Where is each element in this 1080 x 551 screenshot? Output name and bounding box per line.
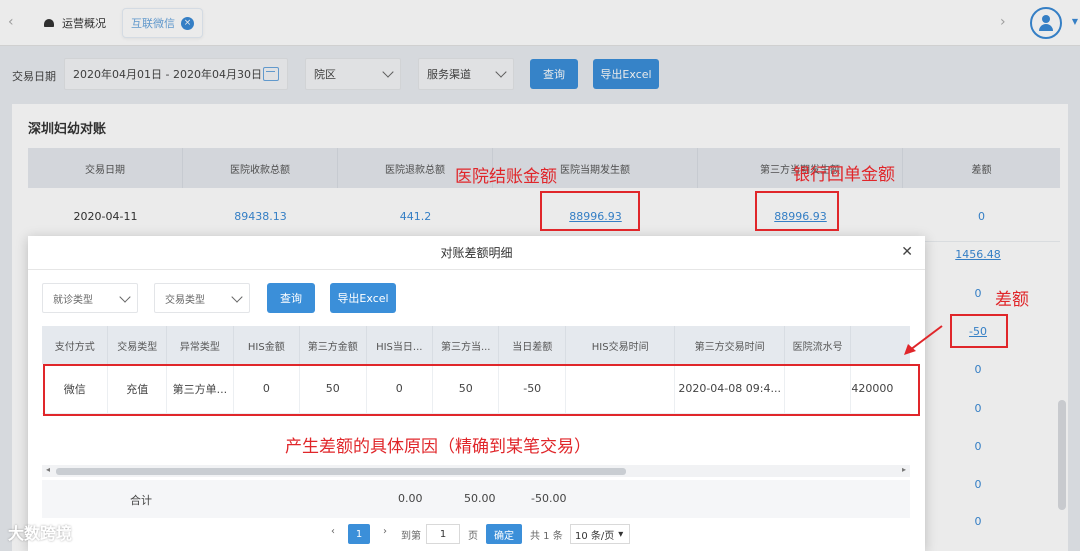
tab-overview[interactable]: 运营概况: [44, 8, 106, 38]
page-input[interactable]: 1: [426, 524, 460, 544]
col-header: 异常类型: [167, 326, 234, 364]
chevron-down-icon: [119, 291, 131, 303]
modal-export-button[interactable]: 导出Excel: [330, 283, 396, 313]
date-range-input[interactable]: 2020年04月01日 - 2020年04月30日: [64, 58, 288, 90]
page-confirm-button[interactable]: 确定: [486, 524, 522, 544]
diff-value[interactable]: 0: [950, 402, 1006, 415]
col-header: 第三方当...: [433, 326, 500, 364]
trade-type-label: 交易类型: [165, 294, 205, 306]
col-header: 医院收款总额: [183, 148, 338, 188]
cell-date: 2020-04-11: [73, 210, 138, 223]
user-icon: [1039, 15, 1053, 31]
modal-query-button[interactable]: 查询: [267, 283, 315, 313]
watermark-logo: 大数跨境: [8, 524, 73, 543]
panel-title: 深圳妇幼对账: [28, 122, 107, 137]
prev-page-icon[interactable]: ‹: [331, 526, 335, 537]
scroll-left-icon[interactable]: ◂: [46, 465, 50, 474]
query-button[interactable]: 查询: [530, 59, 578, 89]
page-number-current[interactable]: 1: [348, 524, 370, 544]
modal-header: 对账差额明细 ✕: [28, 236, 925, 270]
modal-title: 对账差额明细: [440, 246, 513, 260]
summary-value: 0.00: [398, 492, 423, 505]
hospital-amount-highlight: [540, 191, 640, 231]
col-header: 当日差额: [499, 326, 566, 364]
scroll-right-icon[interactable]: ▸: [902, 465, 906, 474]
col-header: 差额: [971, 164, 992, 176]
chevron-down-icon: [382, 66, 394, 78]
summary-value: 50.00: [464, 492, 496, 505]
campus-select-label: 院区: [314, 68, 336, 81]
close-icon[interactable]: ×: [181, 16, 194, 30]
detail-row-highlight: [43, 364, 920, 416]
next-page-icon[interactable]: ›: [383, 526, 387, 537]
col-header: 支付方式: [42, 326, 109, 364]
visit-type-select[interactable]: 就诊类型: [42, 283, 138, 313]
export-excel-button[interactable]: 导出Excel: [593, 59, 659, 89]
summary-value: -50.00: [531, 492, 567, 505]
summary-row: 合计 0.00 50.00 -50.00: [42, 480, 910, 518]
chevron-down-icon: [495, 66, 507, 78]
cell-receipt: 89438.13: [234, 210, 287, 223]
col-header: 第三方交易时间: [675, 326, 785, 364]
annotation-arrow-icon: [904, 325, 943, 355]
reason-annotation: 产生差额的具体原因（精确到某笔交易）: [285, 437, 591, 457]
page-size-value: 10 条/页: [575, 530, 615, 542]
channel-select-label: 服务渠道: [427, 68, 471, 81]
scrollbar-thumb[interactable]: [56, 468, 626, 475]
page-size-select[interactable]: 10 条/页 ▾: [570, 524, 630, 544]
bank-annotation: 银行回单金额: [793, 165, 895, 185]
diff-highlight: [950, 314, 1008, 348]
diff-value[interactable]: 0: [950, 478, 1006, 491]
tabs-prev-icon[interactable]: ‹: [8, 14, 14, 30]
tab-wechat[interactable]: 互联微信 ×: [122, 8, 203, 38]
col-header: 交易类型: [108, 326, 168, 364]
diff-value[interactable]: 0: [950, 515, 1006, 528]
visit-type-label: 就诊类型: [53, 294, 93, 306]
trade-type-select[interactable]: 交易类型: [154, 283, 250, 313]
close-icon[interactable]: ✕: [901, 244, 913, 260]
detail-table-header: 支付方式 交易类型 异常类型 HIS金额 第三方金额 HIS当日... 第三方当…: [42, 326, 910, 364]
pagination: ‹ 1 › 到第 1 页 确定 共 1 条 10 条/页 ▾: [28, 522, 925, 548]
caret-down-icon[interactable]: ▼: [1072, 17, 1078, 26]
diff-value[interactable]: 0: [950, 440, 1006, 453]
col-header: 第三方金额: [300, 326, 367, 364]
calendar-icon[interactable]: [263, 67, 279, 81]
col-header: HIS金额: [234, 326, 301, 364]
horizontal-scrollbar[interactable]: ◂ ▸: [42, 465, 910, 477]
bank-amount-highlight: [755, 191, 839, 231]
date-filter-label: 交易日期: [12, 70, 56, 83]
diff-value-link[interactable]: 1456.48: [950, 248, 1006, 261]
diff-value[interactable]: 0: [950, 363, 1006, 376]
cell-refund: 441.2: [399, 210, 432, 223]
total-count: 共 1 条: [530, 531, 563, 542]
chevron-down-icon: [231, 291, 243, 303]
col-header: HIS交易时间: [566, 326, 676, 364]
caret-down-icon: ▾: [618, 528, 624, 540]
col-header: 交易日期: [28, 148, 183, 188]
col-header: 医院流水号: [785, 326, 852, 364]
top-tab-bar: ‹ 运营概况 互联微信 × › ▼: [0, 0, 1080, 46]
summary-label: 合计: [130, 494, 152, 507]
col-header: HIS当日...: [367, 326, 433, 364]
date-range-value: 2020年04月01日 - 2020年04月30日: [73, 68, 262, 81]
page-unit-label: 页: [468, 531, 478, 542]
dashboard-icon: [44, 19, 54, 27]
channel-select[interactable]: 服务渠道: [418, 58, 514, 90]
tab-wechat-label: 互联微信: [131, 17, 175, 30]
diff-annotation: 差额: [995, 290, 1029, 310]
campus-select[interactable]: 院区: [305, 58, 401, 90]
cell-diff[interactable]: 0: [903, 192, 1060, 241]
tabs-next-icon[interactable]: ›: [1000, 14, 1006, 30]
hospital-annotation: 医院结账金额: [455, 167, 557, 187]
avatar[interactable]: [1030, 7, 1062, 39]
tab-overview-label: 运营概况: [62, 17, 106, 30]
goto-label: 到第: [401, 531, 421, 542]
vertical-scrollbar[interactable]: [1058, 400, 1066, 510]
